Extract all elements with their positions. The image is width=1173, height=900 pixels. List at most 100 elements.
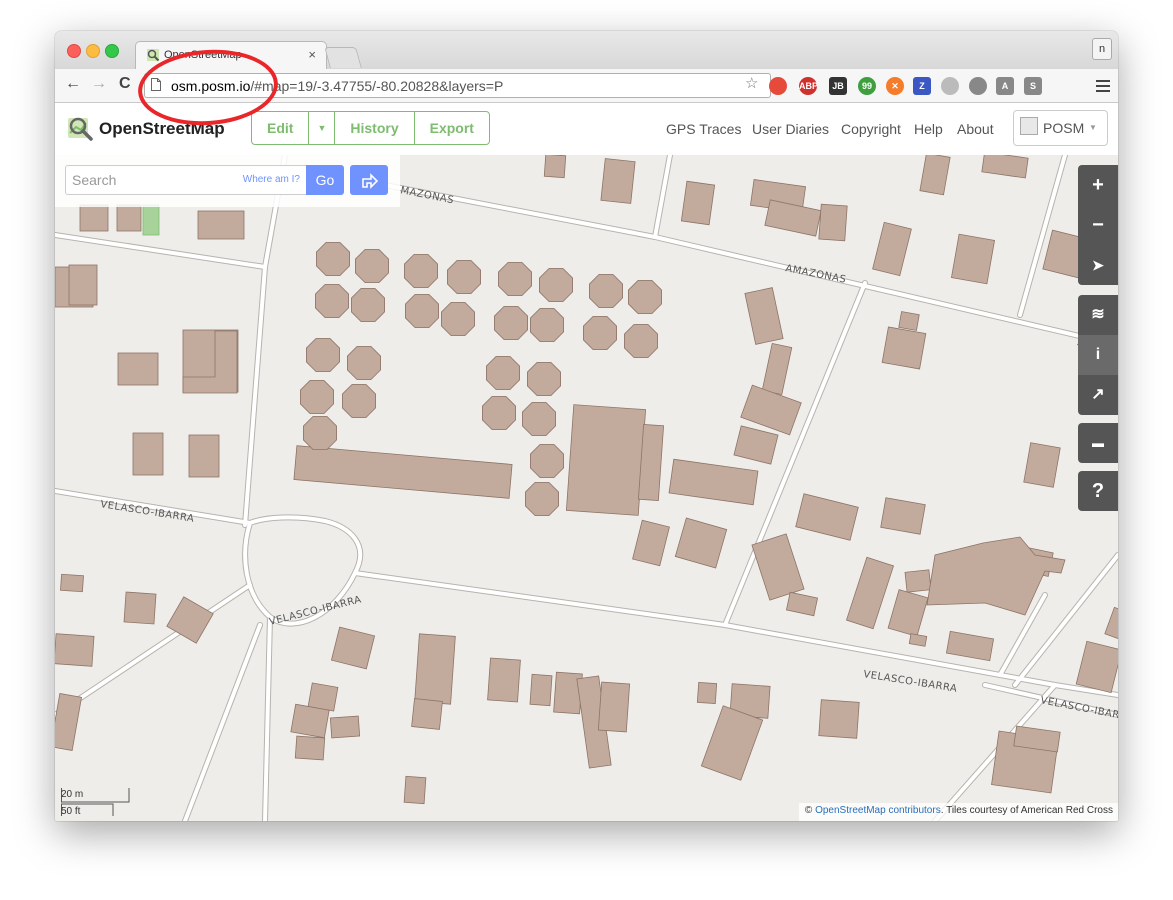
query-features-icon[interactable]: ?: [1078, 471, 1118, 511]
zoom-window-button[interactable]: [105, 44, 119, 58]
building: [632, 519, 670, 567]
info-icon[interactable]: i: [1078, 335, 1118, 375]
speech-bubble-icon[interactable]: 99: [858, 77, 876, 95]
zoom-in-button[interactable]: +: [1078, 165, 1118, 205]
angular-icon[interactable]: A: [996, 77, 1014, 95]
nav-help[interactable]: Help: [914, 121, 943, 137]
export-button[interactable]: Export: [415, 112, 489, 144]
building: [700, 705, 764, 781]
street-label: AMAZONAS: [784, 263, 847, 286]
attribution-prefix: ©: [804, 805, 816, 816]
street-label: VELASCO-IBARRA: [863, 669, 958, 695]
where-am-i-link[interactable]: Where am I?: [243, 174, 300, 185]
jetbrains-icon[interactable]: JB: [829, 77, 847, 95]
profile-button[interactable]: n: [1092, 38, 1112, 60]
go-button[interactable]: Go: [306, 165, 344, 195]
building: [354, 249, 390, 283]
osm-logo-icon[interactable]: [67, 115, 93, 141]
road: [653, 155, 672, 239]
building: [600, 158, 636, 204]
directions-button[interactable]: [350, 165, 388, 195]
spinner-icon[interactable]: [941, 77, 959, 95]
building: [950, 233, 996, 285]
nav-gps-traces[interactable]: GPS Traces: [666, 121, 741, 137]
building: [526, 361, 562, 397]
building: [132, 432, 164, 476]
building: [485, 355, 521, 391]
chrome-menu-icon[interactable]: [1096, 77, 1110, 95]
building: [68, 264, 98, 306]
new-tab-button[interactable]: [324, 47, 362, 68]
building: [904, 569, 932, 593]
edit-dropdown-caret-icon[interactable]: ▼: [309, 112, 336, 144]
orange-extension-icon[interactable]: ✕: [886, 77, 904, 95]
account-caret-icon: ▼: [1089, 123, 1097, 132]
avatar: [1020, 117, 1038, 135]
nav-about[interactable]: About: [957, 121, 994, 137]
locate-icon[interactable]: ➤: [1078, 245, 1118, 285]
search-input[interactable]: Search Where am I?: [65, 165, 307, 195]
zotero-icon[interactable]: Z: [913, 77, 931, 95]
nav-user-diaries[interactable]: User Diaries: [752, 121, 829, 137]
building: [341, 383, 377, 419]
building: [60, 573, 84, 593]
building: [668, 458, 759, 506]
edit-button[interactable]: Edit: [252, 112, 310, 144]
building: [117, 352, 159, 386]
building: [315, 242, 351, 276]
building: [981, 155, 1029, 179]
attribution-suffix: . Tiles courtesy of American Red Cross: [940, 805, 1113, 816]
adblock-plus-icon[interactable]: ABP: [799, 77, 818, 95]
building: [290, 703, 330, 739]
s-extension-icon[interactable]: S: [1024, 77, 1042, 95]
building: [751, 533, 805, 601]
building: [845, 556, 895, 630]
osm-site: OpenStreetMap Edit ▼ History Export GPS …: [55, 103, 1118, 821]
osm-contributors-link[interactable]: OpenStreetMap contributors: [815, 805, 941, 816]
building: [1075, 640, 1118, 694]
building: [529, 443, 565, 479]
building: [302, 415, 338, 451]
map-attribution: © OpenStreetMap contributors. Tiles cour…: [798, 803, 1118, 821]
map-canvas[interactable]: MAZONASAMAZONASAMAZOVELASCO-IBARRAVELASC…: [55, 155, 1118, 821]
road: [183, 623, 262, 821]
building: [744, 287, 784, 345]
building: [795, 493, 859, 541]
add-note-icon[interactable]: ▬: [1078, 423, 1118, 463]
minimize-window-button[interactable]: [86, 44, 100, 58]
building: [945, 630, 995, 662]
building: [1023, 442, 1061, 488]
building: [628, 280, 662, 315]
building: [733, 425, 779, 465]
account-menu-button[interactable]: POSM ▼: [1013, 110, 1108, 146]
reload-button[interactable]: C: [119, 75, 131, 93]
street-label: VELASCO-IBAR: [1039, 695, 1118, 721]
back-button[interactable]: ←: [65, 75, 81, 93]
building: [696, 681, 718, 705]
record-icon[interactable]: [969, 77, 987, 95]
building: [346, 345, 382, 381]
street-label: VELASCO-IBARRA: [268, 594, 363, 628]
layers-icon[interactable]: ≋: [1078, 295, 1118, 335]
search-placeholder: Search: [72, 172, 117, 188]
close-window-button[interactable]: [67, 44, 81, 58]
building: [785, 591, 819, 617]
color-wheel-icon[interactable]: [769, 77, 787, 95]
zoom-out-button[interactable]: −: [1078, 205, 1118, 245]
history-button[interactable]: History: [335, 112, 415, 144]
forward-button[interactable]: →: [91, 75, 107, 93]
share-icon[interactable]: ↗: [1078, 375, 1118, 415]
building: [299, 379, 335, 415]
building: [487, 657, 521, 703]
building: [589, 274, 623, 309]
scale-metric: 20 m: [61, 789, 84, 800]
nav-copyright[interactable]: Copyright: [841, 121, 901, 137]
building: [872, 221, 912, 277]
building: [497, 262, 533, 297]
building: [761, 342, 793, 396]
tab-close-icon[interactable]: ×: [308, 47, 316, 62]
building: [680, 180, 716, 226]
building: [624, 323, 658, 359]
building: [188, 434, 220, 478]
bookmark-star-icon[interactable]: ☆: [745, 74, 758, 92]
